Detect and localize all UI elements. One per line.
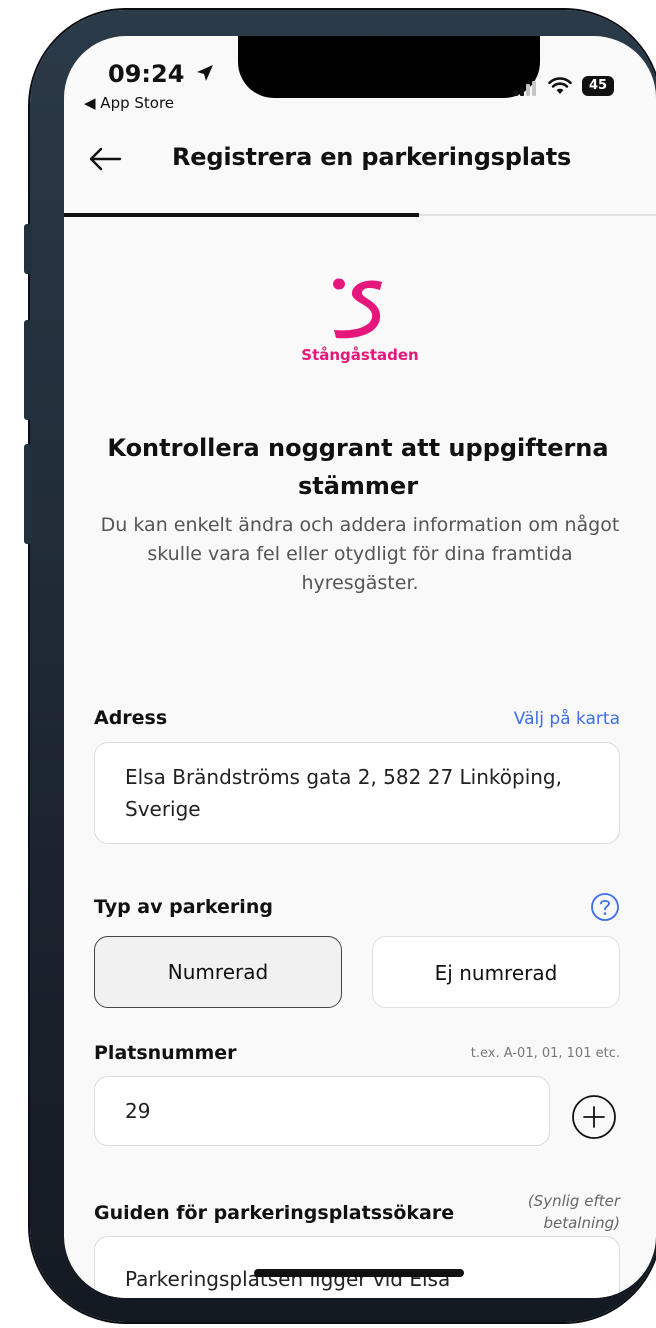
spot-number-hint: t.ex. A-01, 01, 101 etc.: [470, 1046, 620, 1061]
choose-on-map-link[interactable]: Välj på karta: [514, 709, 620, 729]
progress-fill: [64, 213, 420, 217]
status-indicators: 45: [514, 76, 614, 96]
address-field[interactable]: Elsa Brändströms gata 2, 582 27 Linköpin…: [94, 742, 620, 844]
app-screen: 09:24 ◀ App Store 45 Registrera en parke…: [64, 36, 656, 1298]
camera-notch: [238, 36, 540, 98]
guide-visibility-note: (Synlig efter betalning): [527, 1192, 620, 1232]
battery-icon: 45: [582, 76, 614, 96]
intro-description: Du kan enkelt ändra och addera informati…: [100, 514, 620, 594]
address-label: Adress: [94, 707, 168, 729]
spot-number-label: Platsnummer: [94, 1042, 237, 1064]
spot-number-field[interactable]: 29: [94, 1076, 550, 1146]
wifi-icon: [548, 77, 572, 94]
phone-volume-down: [24, 444, 32, 544]
guide-value: Parkeringsplatsen ligger vid Elsa: [125, 1267, 451, 1291]
page-title: Registrera en parkeringsplats: [172, 143, 572, 171]
stangastaden-logo-icon: [333, 278, 382, 339]
cellular-signal-icon: [514, 77, 538, 96]
guide-field[interactable]: Parkeringsplatsen ligger vid Elsa: [94, 1236, 620, 1298]
plus-circle-icon[interactable]: [571, 1094, 617, 1140]
address-value: Elsa Brändströms gata 2, 582 27 Linköpin…: [125, 765, 562, 821]
status-time: 09:24: [108, 60, 185, 88]
parking-type-unnumbered-option[interactable]: Ej numrerad: [372, 936, 620, 1008]
question-circle-icon[interactable]: [590, 892, 620, 922]
guide-label: Guiden för parkeringsplatssökare: [94, 1202, 455, 1224]
parking-type-numbered-option[interactable]: Numrerad: [94, 936, 342, 1008]
phone-silent-switch: [24, 224, 32, 274]
parking-type-label: Typ av parkering: [94, 896, 273, 918]
intro-heading: Kontrollera noggrant att uppgifterna stä…: [107, 434, 609, 500]
brand-name: Stångåstaden: [301, 346, 419, 364]
back-arrow-icon[interactable]: [88, 146, 122, 172]
spot-number-value: 29: [125, 1099, 151, 1123]
location-arrow-icon: [197, 65, 213, 81]
home-indicator[interactable]: [254, 1269, 464, 1277]
phone-volume-up: [24, 320, 32, 420]
back-to-app-store-link[interactable]: ◀ App Store: [84, 94, 174, 112]
